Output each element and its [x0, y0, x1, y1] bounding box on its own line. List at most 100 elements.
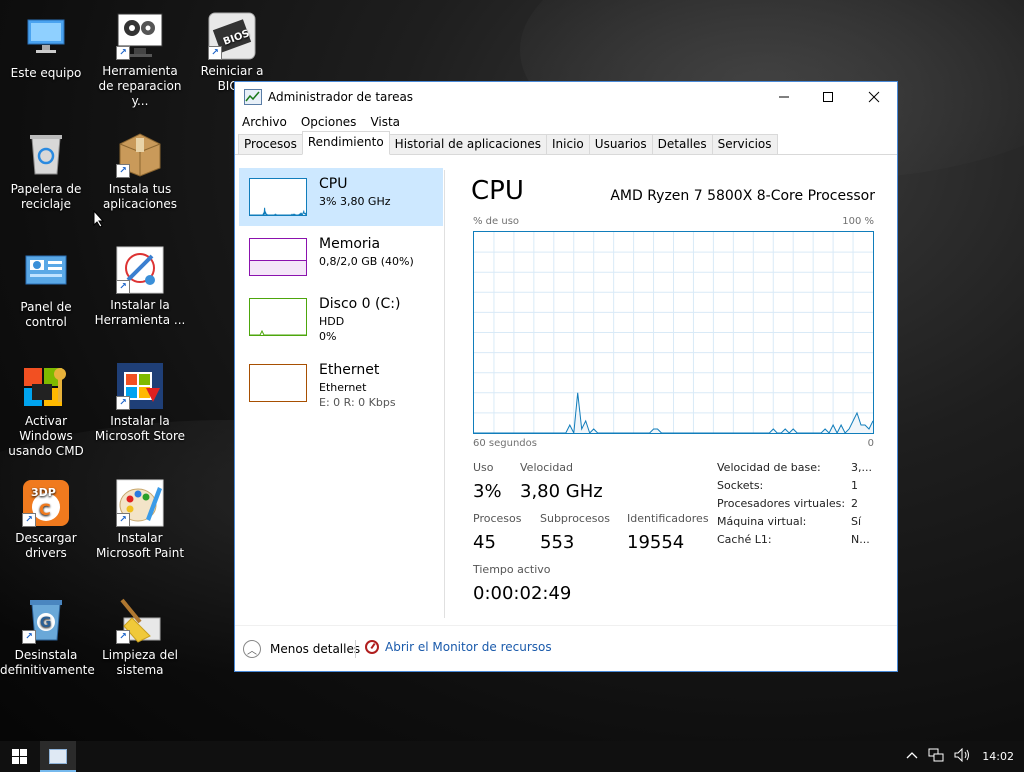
desktop-icon-microsoft-store[interactable]: ↗ Instalar la Microsoft Store — [94, 362, 186, 444]
bios-chip-icon: BIOS ↗ — [208, 12, 256, 60]
desktop-icon-microsoft-paint[interactable]: ↗ Instalar Microsoft Paint — [94, 479, 186, 561]
cpu-usage-graph — [473, 231, 874, 434]
detail-value: Sí — [851, 515, 862, 528]
minimize-button[interactable] — [761, 82, 807, 112]
resource-item-memoria[interactable]: Memoria 0,8/2,0 GB (40%) — [239, 228, 443, 286]
panel-divider — [444, 170, 445, 618]
procesos-value: 45 — [473, 532, 496, 553]
menu-bar: Archivo Opciones Vista — [235, 112, 897, 132]
detail-key: Procesadores virtuales: — [717, 497, 846, 510]
tab-procesos[interactable]: Procesos — [238, 134, 303, 154]
resource-item-ethernet[interactable]: Ethernet Ethernet E: 0 R: 0 Kbps — [239, 354, 443, 412]
volume-icon[interactable] — [954, 747, 972, 765]
disk-thumbnail-graph — [249, 298, 307, 336]
install-tool-icon: ↗ — [116, 246, 164, 294]
shortcut-arrow-icon: ↗ — [208, 46, 222, 60]
menu-archivo[interactable]: Archivo — [242, 115, 287, 129]
resource-item-disco[interactable]: Disco 0 (C:) HDD 0% — [239, 288, 443, 346]
system-tray: 14:02 — [906, 741, 1024, 772]
shortcut-arrow-icon: ↗ — [116, 164, 130, 178]
desktop-icon-limpieza[interactable]: ↗ Limpieza del sistema — [94, 596, 186, 678]
velocidad-value: 3,80 GHz — [520, 481, 603, 502]
shortcut-arrow-icon: ↗ — [116, 513, 130, 527]
taskbar-task-manager[interactable] — [40, 741, 76, 772]
resource-list: CPU 3% 3,80 GHz Memoria 0,8/2,0 GB (40%)… — [239, 168, 443, 618]
title-bar[interactable]: Administrador de tareas — [235, 82, 897, 112]
cpu-detail-panel: CPU AMD Ryzen 7 5800X 8-Core Processor %… — [471, 156, 881, 625]
mouse-cursor-icon — [93, 210, 105, 228]
shortcut-arrow-icon: ↗ — [22, 630, 36, 644]
task-manager-icon — [49, 749, 67, 764]
task-manager-window: Administrador de tareas Archivo Opciones… — [234, 81, 898, 672]
repair-tool-icon: ↗ — [116, 12, 164, 60]
svg-text:3DP: 3DP — [31, 486, 56, 499]
desktop-icon-herramienta-reparacion[interactable]: ↗ Herramienta de reparacion y... — [94, 12, 186, 109]
close-button[interactable] — [851, 82, 897, 112]
paint-icon: ↗ — [116, 479, 164, 527]
detail-key: Máquina virtual: — [717, 515, 807, 528]
ethernet-thumbnail-graph — [249, 364, 307, 402]
resource-item-cpu[interactable]: CPU 3% 3,80 GHz — [239, 168, 443, 226]
tab-servicios[interactable]: Servicios — [711, 134, 778, 154]
desktop-icon-instala-aplicaciones[interactable]: ↗ Instala tus aplicaciones — [94, 130, 186, 212]
detail-key: Caché L1: — [717, 533, 772, 546]
cpu-thumb-svg — [250, 207, 307, 217]
subprocesos-label: Subprocesos — [540, 512, 610, 525]
computer-icon — [22, 14, 70, 62]
disk-thumb-line — [250, 329, 306, 336]
tiempo-activo-label: Tiempo activo — [473, 563, 551, 576]
resource-monitor-link[interactable]: Abrir el Monitor de recursos — [365, 640, 552, 654]
time-axis-label: 60 segundos — [473, 438, 537, 449]
maximize-button[interactable] — [805, 82, 851, 112]
resource-monitor-icon — [365, 640, 379, 654]
broom-icon: ↗ — [116, 596, 164, 644]
processor-name: AMD Ryzen 7 5800X 8-Core Processor — [610, 188, 875, 204]
tab-usuarios[interactable]: Usuarios — [588, 134, 653, 154]
desktop-icon-panel-control[interactable]: Panel de control — [0, 248, 92, 330]
tab-rendimiento[interactable]: Rendimiento — [301, 131, 390, 155]
network-icon[interactable] — [928, 748, 944, 765]
detail-value: N... — [851, 533, 870, 546]
chevron-up-icon: ︿ — [243, 640, 261, 658]
menu-opciones[interactable]: Opciones — [301, 115, 357, 129]
detail-value: 3,... — [851, 461, 872, 474]
procesos-label: Procesos — [473, 512, 522, 525]
cpu-title: CPU — [471, 176, 524, 206]
task-manager-icon — [244, 89, 262, 105]
tab-detalles[interactable]: Detalles — [651, 134, 713, 154]
desktop-icon-desinstala[interactable]: G ↗ Desinstala definitivamente — [0, 596, 95, 678]
clock[interactable]: 14:02 — [982, 750, 1014, 763]
svg-text:C: C — [39, 500, 51, 519]
min-axis-label: 0 — [867, 438, 874, 449]
recycle-bin-icon — [22, 130, 70, 178]
tab-historial[interactable]: Historial de aplicaciones — [388, 134, 548, 154]
start-button[interactable] — [0, 741, 38, 772]
identificadores-value: 19554 — [627, 532, 685, 553]
desktop-icon-instalar-herramienta[interactable]: ↗ Instalar la Herramienta ... — [94, 246, 186, 328]
uninstall-icon: G ↗ — [22, 596, 70, 644]
package-box-icon: ↗ — [116, 130, 164, 178]
cpu-graph-svg — [474, 232, 873, 433]
shortcut-arrow-icon: ↗ — [116, 280, 130, 294]
chevron-up-icon[interactable] — [906, 750, 918, 763]
footer-bar: ︿ Menos detalles Abrir el Monitor de rec… — [235, 625, 897, 672]
desktop-icon-activar-windows[interactable]: Activar Windows usando CMD — [0, 362, 92, 459]
menu-vista[interactable]: Vista — [370, 115, 400, 129]
subprocesos-value: 553 — [540, 532, 575, 553]
identificadores-label: Identificadores — [627, 512, 709, 525]
desktop-icon-este-equipo[interactable]: Este equipo — [0, 14, 92, 81]
windows-key-icon — [22, 362, 70, 410]
store-icon: ↗ — [116, 362, 164, 410]
shortcut-arrow-icon: ↗ — [116, 46, 130, 60]
tab-bar: Procesos Rendimiento Historial de aplica… — [235, 131, 897, 155]
usage-axis-label: % de uso — [473, 216, 520, 227]
tiempo-activo-value: 0:00:02:49 — [473, 583, 572, 604]
tab-inicio[interactable]: Inicio — [546, 134, 590, 154]
velocidad-label: Velocidad — [520, 461, 574, 474]
desktop-icon-papelera[interactable]: Papelera de reciclaje — [0, 130, 92, 212]
fewer-details-button[interactable]: ︿ Menos detalles — [243, 640, 360, 658]
cpu-thumb-line — [250, 207, 307, 217]
control-panel-icon — [22, 248, 70, 296]
desktop-icon-descargar-drivers[interactable]: 3DP C ↗ Descargar drivers — [0, 479, 92, 561]
max-axis-label: 100 % — [842, 216, 874, 227]
